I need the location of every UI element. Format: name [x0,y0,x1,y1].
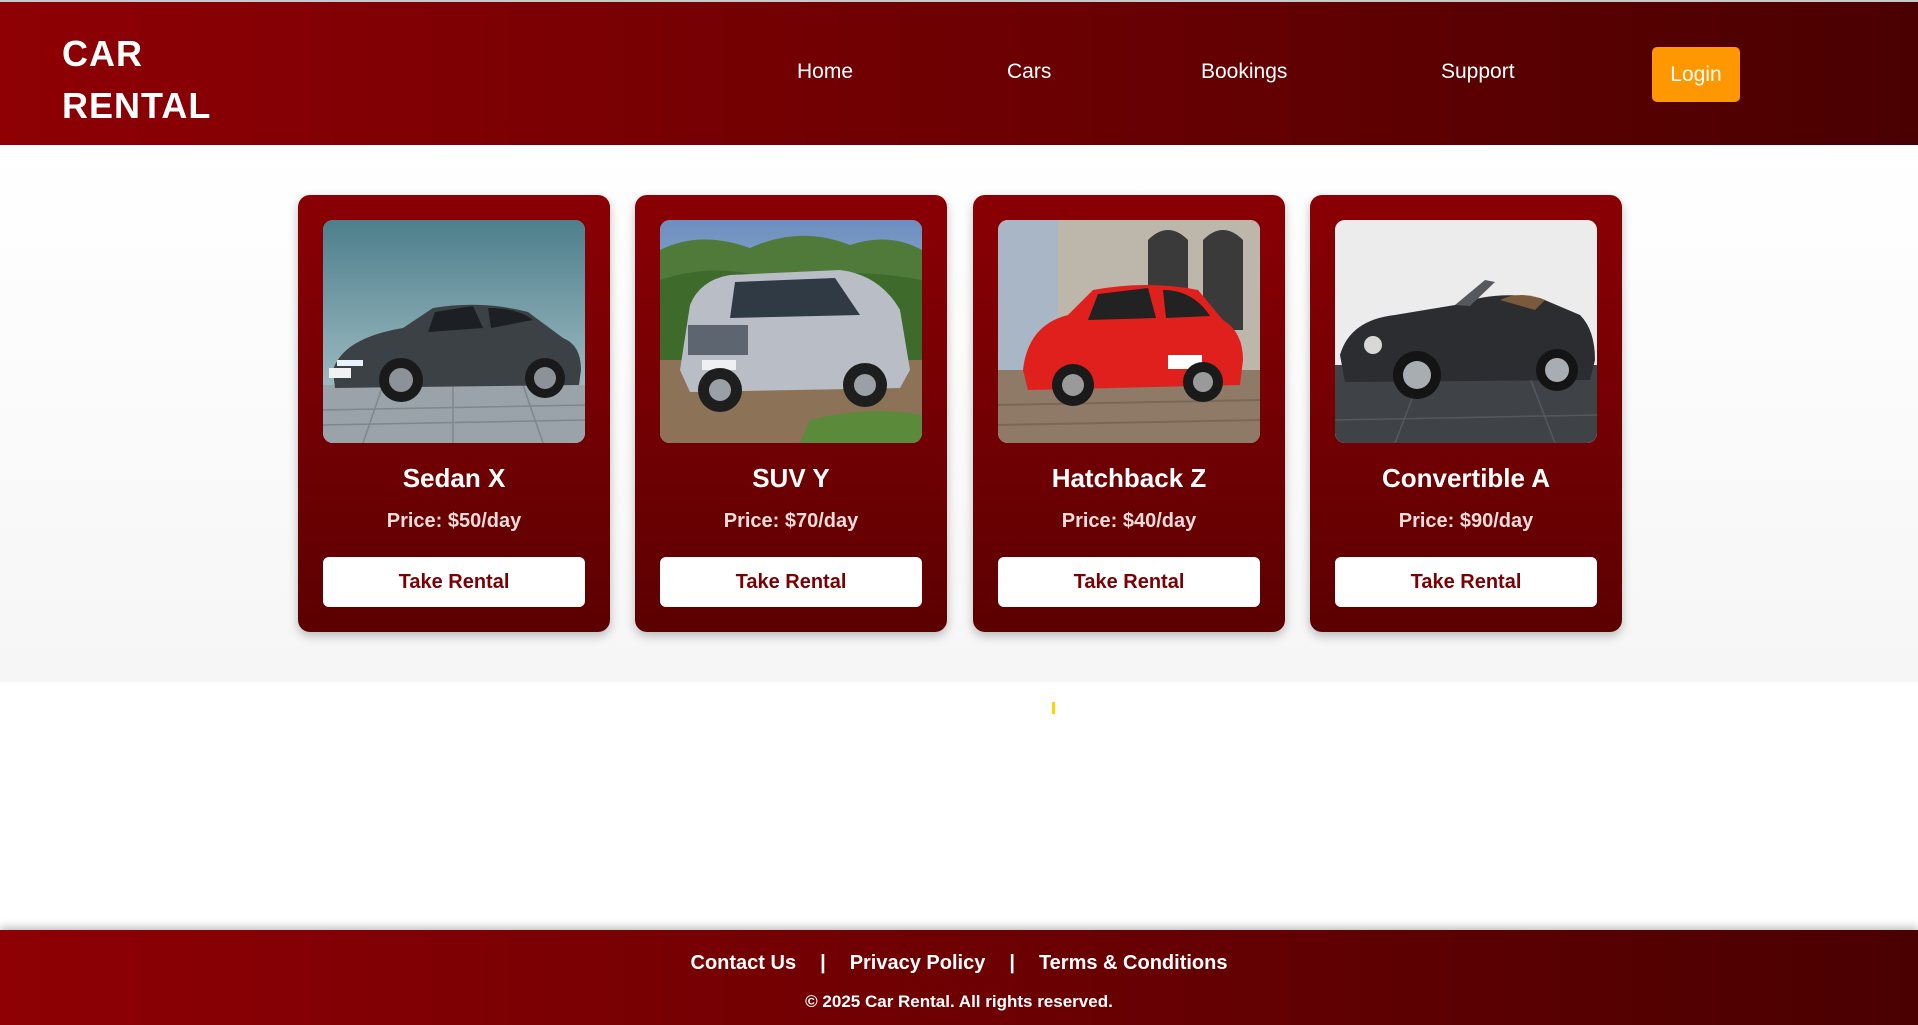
take-rental-button[interactable]: Take Rental [323,557,585,607]
car-card-suv: SUV Y Price: $70/day Take Rental [635,195,947,632]
car-price: Price: $50/day [386,510,522,532]
site-footer: Contact Us | Privacy Policy | Terms & Condit… [0,930,1918,1025]
nav-home-link[interactable]: Home [797,60,853,84]
footer-separator: | [1009,952,1015,974]
car-card-convertible: Convertible A Price: $90/day Take Rental [1310,195,1622,632]
site-logo[interactable]: CAR RENTAL [62,28,262,132]
car-card-sedan: Sedan X Price: $50/day Take Rental [298,195,610,632]
logo-line-1: CAR [62,33,143,74]
car-name: Convertible A [1381,463,1551,493]
terms-link[interactable]: Terms & Conditions [1039,952,1228,974]
text-cursor [1052,702,1055,714]
nav-bookings-link[interactable]: Bookings [1201,60,1287,84]
footer-separator: | [820,952,826,974]
suv-photo [660,220,922,443]
take-rental-button[interactable]: Take Rental [660,557,922,607]
car-name: Sedan X [402,463,506,493]
footer-links: Contact Us | Privacy Policy | Terms & Condit… [0,952,1918,975]
site-header: CAR RENTAL Home Cars Bookings Support Lo… [0,2,1918,145]
take-rental-button[interactable]: Take Rental [1335,557,1597,607]
login-button[interactable]: Login [1652,47,1740,102]
logo-line-2: RENTAL [62,85,212,126]
hatchback-photo [998,220,1260,443]
convertible-photo [1335,220,1597,443]
car-price: Price: $90/day [1398,510,1534,532]
nav-support-link[interactable]: Support [1441,60,1515,84]
contact-us-link[interactable]: Contact Us [691,952,797,974]
sedan-photo [323,220,585,443]
nav-cars-link[interactable]: Cars [1007,60,1051,84]
car-card-hatchback: Hatchback Z Price: $40/day Take Rental [973,195,1285,632]
copyright-text: © 2025 Car Rental. All rights reserved. [805,992,1113,1011]
take-rental-button[interactable]: Take Rental [998,557,1260,607]
car-name: SUV Y [752,463,830,493]
privacy-policy-link[interactable]: Privacy Policy [850,952,986,974]
car-price: Price: $40/day [1061,510,1197,532]
car-listing: Sedan X Price: $50/day Take Rental SUV Y… [0,145,1918,714]
car-name: Hatchback Z [1051,463,1207,493]
car-price: Price: $70/day [723,510,859,532]
